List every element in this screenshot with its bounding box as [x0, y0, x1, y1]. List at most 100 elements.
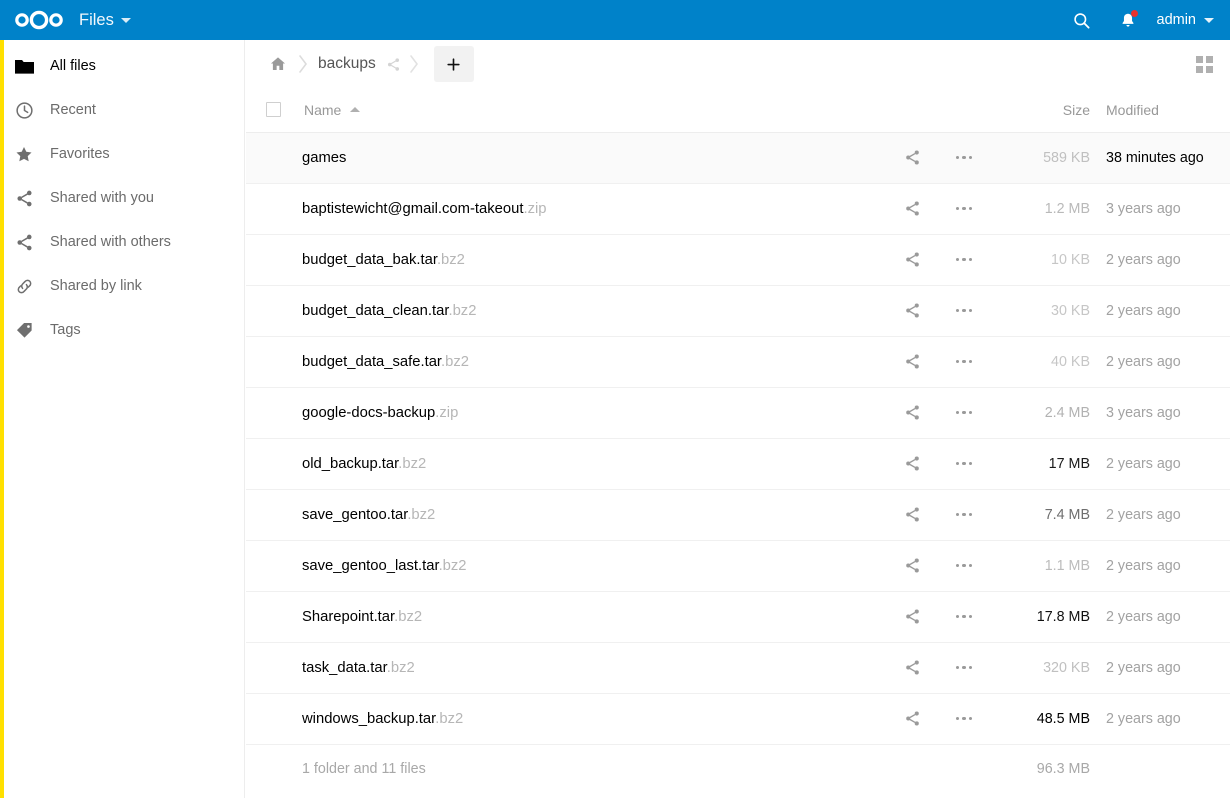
share-action-cell[interactable]: [888, 336, 936, 387]
sidebar-item-shared-with-others[interactable]: Shared with others: [0, 220, 244, 264]
share-action-cell[interactable]: [888, 642, 936, 693]
file-name-cell[interactable]: save_gentoo_last.tar.bz2: [302, 540, 888, 591]
file-name-cell[interactable]: save_gentoo.tar.bz2: [302, 489, 888, 540]
more-actions-button[interactable]: [949, 398, 979, 428]
more-actions-button[interactable]: [949, 602, 979, 632]
more-actions-button[interactable]: [949, 245, 979, 275]
sidebar-item-shared-by-link[interactable]: Shared by link: [0, 264, 244, 308]
table-row[interactable]: games 589 KB 38 minutes ago: [246, 132, 1230, 183]
share-action-cell[interactable]: [888, 234, 936, 285]
share-button[interactable]: [897, 194, 927, 224]
table-row[interactable]: save_gentoo_last.tar.bz2 1.1 MB 2 years ag…: [246, 540, 1230, 591]
row-actions-cell[interactable]: [936, 693, 992, 744]
file-name-cell[interactable]: task_data.tar.bz2: [302, 642, 888, 693]
ellipsis-icon: [955, 563, 973, 568]
select-all-checkbox[interactable]: [266, 102, 281, 118]
file-name-cell[interactable]: Sharepoint.tar.bz2: [302, 591, 888, 642]
grid-view-toggle[interactable]: [1188, 48, 1220, 80]
share-action-cell[interactable]: [888, 693, 936, 744]
row-actions-cell[interactable]: [936, 591, 992, 642]
file-extension: .bz2: [398, 455, 427, 472]
file-name-cell[interactable]: old_backup.tar.bz2: [302, 438, 888, 489]
more-actions-button[interactable]: [949, 143, 979, 173]
share-button[interactable]: [897, 551, 927, 581]
sidebar-item-all-files[interactable]: All files: [0, 44, 244, 88]
table-row[interactable]: windows_backup.tar.bz2 48.5 MB 2 years ago: [246, 693, 1230, 744]
file-name-cell[interactable]: budget_data_bak.tar.bz2: [302, 234, 888, 285]
more-actions-button[interactable]: [949, 194, 979, 224]
share-action-cell[interactable]: [888, 438, 936, 489]
breadcrumb-folder[interactable]: backups: [312, 55, 382, 73]
file-icon-cell: [246, 642, 302, 693]
name-column-header[interactable]: Name: [302, 88, 888, 133]
share-action-cell[interactable]: [888, 132, 936, 183]
share-button[interactable]: [897, 398, 927, 428]
row-actions-cell[interactable]: [936, 540, 992, 591]
more-actions-button[interactable]: [949, 551, 979, 581]
share-button[interactable]: [897, 704, 927, 734]
file-icon-cell: [246, 591, 302, 642]
share-button[interactable]: [897, 602, 927, 632]
row-actions-cell[interactable]: [936, 387, 992, 438]
breadcrumb-share-icon[interactable]: [382, 52, 406, 76]
sidebar-item-recent[interactable]: Recent: [0, 88, 244, 132]
file-name-cell[interactable]: google-docs-backup.zip: [302, 387, 888, 438]
row-actions-cell[interactable]: [936, 132, 992, 183]
share-action-cell[interactable]: [888, 285, 936, 336]
share-action-cell[interactable]: [888, 540, 936, 591]
row-actions-cell[interactable]: [936, 438, 992, 489]
row-actions-cell[interactable]: [936, 336, 992, 387]
table-row[interactable]: budget_data_clean.tar.bz2 30 KB 2 years ag…: [246, 285, 1230, 336]
more-actions-button[interactable]: [949, 347, 979, 377]
more-actions-button[interactable]: [949, 704, 979, 734]
more-actions-button[interactable]: [949, 449, 979, 479]
app-name-menu[interactable]: Files: [79, 11, 131, 30]
sidebar-item-shared-with-you[interactable]: Shared with you: [0, 176, 244, 220]
modified-column-header[interactable]: Modified: [1102, 88, 1230, 133]
file-name-cell[interactable]: baptistewicht@gmail.com-takeout.zip: [302, 183, 888, 234]
share-action-cell[interactable]: [888, 489, 936, 540]
table-row[interactable]: save_gentoo.tar.bz2 7.4 MB 2 years ago: [246, 489, 1230, 540]
share-button[interactable]: [897, 500, 927, 530]
search-button[interactable]: [1059, 0, 1105, 40]
breadcrumb-home-button[interactable]: [262, 48, 294, 80]
more-actions-button[interactable]: [949, 653, 979, 683]
row-actions-cell[interactable]: [936, 183, 992, 234]
notifications-button[interactable]: [1105, 0, 1151, 40]
ellipsis-icon: [955, 359, 973, 364]
share-action-cell[interactable]: [888, 591, 936, 642]
file-name-cell[interactable]: windows_backup.tar.bz2: [302, 693, 888, 744]
share-button[interactable]: [897, 245, 927, 275]
table-row[interactable]: google-docs-backup.zip 2.4 MB 3 years ago: [246, 387, 1230, 438]
row-actions-cell[interactable]: [936, 642, 992, 693]
sidebar-item-tags[interactable]: Tags: [0, 308, 244, 352]
new-file-button[interactable]: [433, 46, 474, 82]
table-row[interactable]: budget_data_safe.tar.bz2 40 KB 2 years ago: [246, 336, 1230, 387]
row-actions-cell[interactable]: [936, 285, 992, 336]
sidebar-item-favorites[interactable]: Favorites: [0, 132, 244, 176]
file-name-cell[interactable]: budget_data_clean.tar.bz2: [302, 285, 888, 336]
table-row[interactable]: old_backup.tar.bz2 17 MB 2 years ago: [246, 438, 1230, 489]
user-menu[interactable]: admin: [1151, 0, 1230, 40]
table-row[interactable]: task_data.tar.bz2 320 KB 2 years ago: [246, 642, 1230, 693]
share-button[interactable]: [897, 347, 927, 377]
table-row[interactable]: budget_data_bak.tar.bz2 10 KB 2 years ago: [246, 234, 1230, 285]
share-button[interactable]: [897, 296, 927, 326]
row-actions-cell[interactable]: [936, 489, 992, 540]
share-button[interactable]: [897, 143, 927, 173]
more-actions-button[interactable]: [949, 296, 979, 326]
share-action-cell[interactable]: [888, 387, 936, 438]
size-column-header[interactable]: Size: [992, 88, 1102, 133]
file-name-cell[interactable]: games: [302, 132, 888, 183]
actions-column-header: [936, 88, 992, 133]
file-basename: old_backup.tar.bz2: [302, 455, 427, 472]
nextcloud-logo[interactable]: [11, 8, 67, 32]
share-action-cell[interactable]: [888, 183, 936, 234]
share-button[interactable]: [897, 449, 927, 479]
table-row[interactable]: Sharepoint.tar.bz2 17.8 MB 2 years ago: [246, 591, 1230, 642]
file-name-cell[interactable]: budget_data_safe.tar.bz2: [302, 336, 888, 387]
table-row[interactable]: baptistewicht@gmail.com-takeout.zip 1.2 M…: [246, 183, 1230, 234]
share-button[interactable]: [897, 653, 927, 683]
more-actions-button[interactable]: [949, 500, 979, 530]
row-actions-cell[interactable]: [936, 234, 992, 285]
